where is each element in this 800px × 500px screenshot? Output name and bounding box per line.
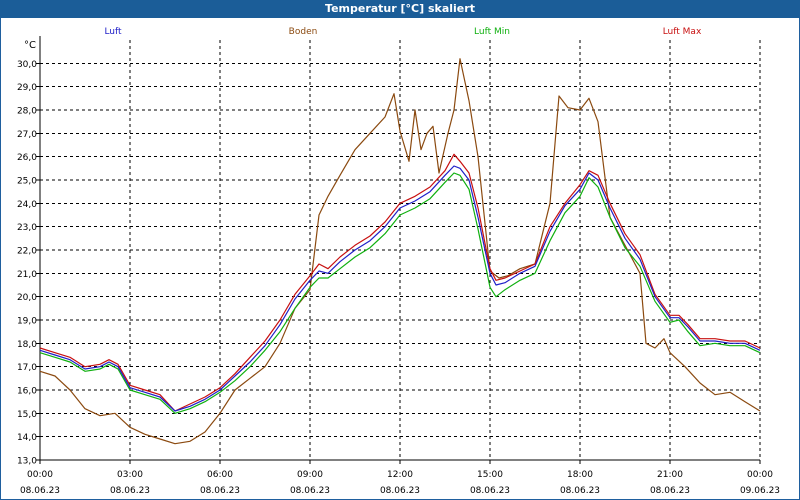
x-tick-time: 18:00 [567,470,593,480]
legend-entry-luft-min: Luft Min [474,27,510,37]
x-tick-time: 15:00 [477,470,503,480]
y-tick-label: 19,0 [17,317,37,327]
y-tick-label: 26,0 [17,153,37,163]
y-tick-label: 16,0 [17,387,37,397]
x-tick-time: 00:00 [27,470,53,480]
y-tick-label: 21,0 [17,270,37,280]
x-tick-time: 00:00 [747,470,773,480]
legend-entry-luft-max: Luft Max [663,27,702,37]
y-tick-labels: 13,0 14,0 15,0 16,0 17,0 18,0 19,0 20,0 21,0 22,0… [17,60,37,467]
legend-entry-boden: Boden [289,27,318,37]
y-tick-label: 13,0 [17,457,37,467]
y-tick-label: 24,0 [17,200,37,210]
y-tick-label: 23,0 [17,223,37,233]
temperature-chart: Luft Boden Luft Min Luft Max °C 13,0 14,0 15,… [17,27,780,496]
y-tick-label: 25,0 [17,177,37,187]
x-tick-date: 08.06.23 [290,486,330,496]
x-tick-labels: 00:00 08.06.23 03:00 08.06.23 06:00 08.06.23 0… [20,470,780,496]
x-tick-date: 08.06.23 [200,486,240,496]
y-tick-label: 18,0 [17,340,37,350]
x-tick-date: 08.06.23 [380,486,420,496]
y-tick-label: 20,0 [17,293,37,303]
y-tick-label: 30,0 [17,60,37,70]
y-axis-unit: °C [24,40,36,51]
y-tick-label: 17,0 [17,363,37,373]
x-tick-date: 08.06.23 [470,486,510,496]
grid [40,40,761,460]
legend: Luft Boden Luft Min Luft Max [104,27,702,37]
x-tick-time: 06:00 [207,470,233,480]
y-tick-label: 28,0 [17,107,37,117]
y-tick-label: 15,0 [17,410,37,420]
x-tick-time: 03:00 [117,470,143,480]
x-tick-date: 08.06.23 [110,486,150,496]
y-tick-label: 14,0 [17,433,37,443]
x-tick-time: 12:00 [387,470,413,480]
y-tick-label: 27,0 [17,130,37,140]
y-tick-label: 22,0 [17,247,37,257]
x-tick-date: 08.06.23 [20,486,60,496]
legend-entry-luft: Luft [104,27,122,37]
x-tick-date: 08.06.23 [650,486,690,496]
x-tick-time: 21:00 [657,470,683,480]
x-tick-date: 08.06.23 [560,486,600,496]
y-tick-label: 29,0 [17,83,37,93]
x-tick-date: 09.06.23 [740,486,780,496]
x-tick-time: 09:00 [297,470,323,480]
